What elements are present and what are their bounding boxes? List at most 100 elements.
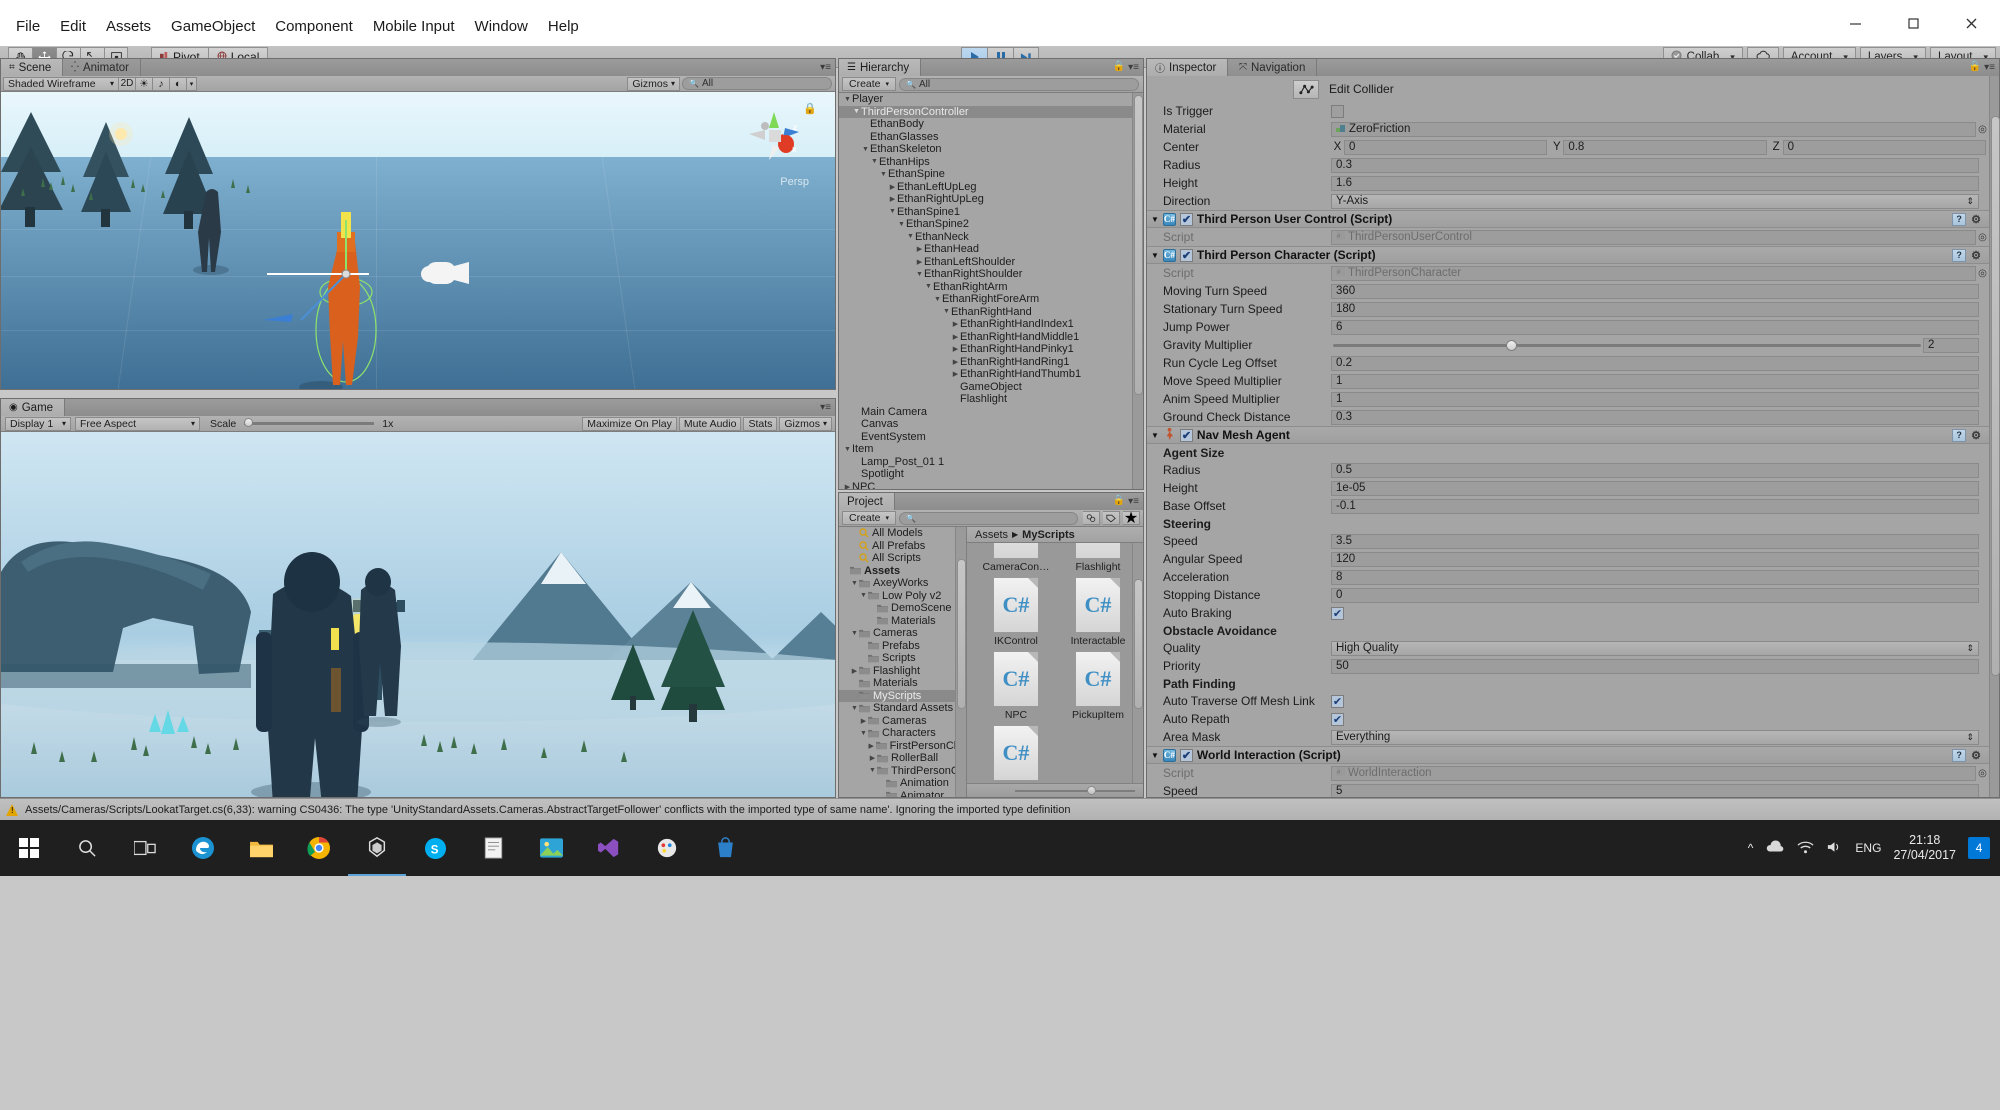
inspector-scroll-thumb[interactable] bbox=[1991, 116, 2000, 676]
field-input[interactable]: 5 bbox=[1331, 783, 1979, 797]
hierarchy-item[interactable]: ▼ EthanSpine1 bbox=[839, 206, 1132, 219]
hierarchy-item[interactable]: ▼ EthanRightShoulder bbox=[839, 268, 1132, 281]
hierarchy-item[interactable]: ▶ EthanRightUpLeg bbox=[839, 193, 1132, 206]
hierarchy-lock-icon[interactable]: 🔒 bbox=[1113, 61, 1125, 72]
project-tree-item[interactable]: Materials bbox=[839, 677, 966, 690]
unity-icon[interactable] bbox=[348, 820, 406, 876]
project-tree-item[interactable]: ▼ ThirdPersonCh bbox=[839, 765, 966, 778]
scene-panel-menu-icon[interactable]: ▾≡ bbox=[820, 62, 831, 73]
folder-icon[interactable] bbox=[232, 820, 290, 876]
collapse-arrow-icon[interactable]: ▼ bbox=[868, 767, 877, 774]
hierarchy-item[interactable]: ▼ EthanRightArm bbox=[839, 281, 1132, 294]
field-input[interactable]: -0.1 bbox=[1331, 498, 1979, 514]
inspector-scrollbar[interactable] bbox=[1989, 76, 2000, 797]
tab-scene[interactable]: ⌗ Scene bbox=[1, 59, 64, 76]
project-tree-item[interactable]: Scripts bbox=[839, 652, 966, 665]
expand-arrow-icon[interactable]: ▶ bbox=[888, 195, 897, 203]
store-icon[interactable] bbox=[696, 820, 754, 876]
hierarchy-panel-menu-icon[interactable]: ▾≡ bbox=[1128, 62, 1139, 73]
close-button[interactable] bbox=[1942, 0, 2000, 46]
field-input[interactable]: 1 bbox=[1331, 373, 1979, 389]
hierarchy-item[interactable]: ▶ EthanRightHandPinky1 bbox=[839, 343, 1132, 356]
tray-expand-icon[interactable]: ^ bbox=[1748, 841, 1754, 855]
hierarchy-item[interactable]: ▶ EthanRightHandThumb1 bbox=[839, 368, 1132, 381]
help-icon[interactable]: ? bbox=[1952, 212, 1967, 226]
network-icon[interactable] bbox=[1797, 840, 1814, 857]
hierarchy-item[interactable]: ▼ Player bbox=[839, 93, 1132, 106]
scene-fx-button[interactable]: ◐ bbox=[170, 76, 187, 91]
script-field[interactable]: # WorldInteraction bbox=[1331, 765, 1976, 781]
tab-inspector[interactable]: ⓘ Inspector bbox=[1147, 59, 1229, 76]
game-viewport[interactable] bbox=[1, 432, 835, 797]
expand-arrow-icon[interactable]: ▶ bbox=[859, 717, 868, 725]
collapse-arrow-icon[interactable]: ▼ bbox=[942, 308, 951, 315]
project-tree-item[interactable]: Animator bbox=[839, 790, 966, 797]
hierarchy-item[interactable]: EthanBody bbox=[839, 118, 1132, 131]
menu-edit[interactable]: Edit bbox=[50, 16, 96, 38]
project-tree-scrollbar[interactable] bbox=[955, 527, 966, 797]
asset-item[interactable]: C# CameraCon… bbox=[981, 543, 1051, 573]
hierarchy-item[interactable]: ▶ EthanRightHandIndex1 bbox=[839, 318, 1132, 331]
asset-item[interactable]: C# IKControl bbox=[981, 577, 1051, 647]
collapse-arrow-icon[interactable]: ▼ bbox=[915, 271, 924, 278]
scene-lighting-button[interactable]: ☀ bbox=[136, 76, 153, 91]
project-tree-item[interactable]: ▶ Flashlight bbox=[839, 665, 966, 678]
collapse-arrow-icon[interactable]: ▼ bbox=[870, 158, 879, 165]
expand-arrow-icon[interactable]: ▶ bbox=[843, 483, 852, 489]
project-tree-item[interactable]: DemoScene bbox=[839, 602, 966, 615]
collapse-arrow-icon[interactable]: ▼ bbox=[897, 221, 906, 228]
collapse-arrow-icon[interactable]: ▼ bbox=[879, 171, 888, 178]
project-tree-item[interactable]: ▼ Cameras bbox=[839, 627, 966, 640]
collapse-arrow-icon[interactable]: ▼ bbox=[843, 446, 852, 453]
field-input[interactable]: 0.3 bbox=[1331, 409, 1979, 425]
help-icon[interactable]: ? bbox=[1952, 748, 1967, 762]
material-field[interactable]: ZeroFriction bbox=[1331, 121, 1976, 137]
hierarchy-scroll-thumb[interactable] bbox=[1134, 95, 1143, 395]
asset-grid-scrollbar[interactable] bbox=[1132, 543, 1143, 783]
inspector-content[interactable]: Edit Collider Is Trigger Material ZeroFr… bbox=[1147, 76, 1989, 797]
hierarchy-item[interactable]: ▼ EthanSpine2 bbox=[839, 218, 1132, 231]
project-tree-item[interactable]: ▼ Low Poly v2 bbox=[839, 590, 966, 603]
notepad-icon[interactable] bbox=[464, 820, 522, 876]
hierarchy-scrollbar[interactable] bbox=[1132, 93, 1143, 489]
field-dropdown[interactable]: High Quality ⇕ bbox=[1331, 640, 1979, 656]
field-checkbox[interactable]: ✔ bbox=[1331, 606, 1344, 620]
mode-2d-button[interactable]: 2D bbox=[119, 76, 136, 91]
project-tree-item[interactable]: Assets bbox=[839, 565, 966, 578]
center-x-input[interactable]: 0 bbox=[1344, 139, 1548, 155]
minimize-button[interactable] bbox=[1826, 0, 1884, 46]
project-tree-item[interactable]: All Models bbox=[839, 527, 966, 540]
draw-mode-dropdown[interactable]: Shaded Wireframe ▾ bbox=[3, 76, 119, 91]
asset-item[interactable]: C# PickupItem bbox=[1063, 651, 1132, 721]
hierarchy-item[interactable]: ▼ EthanSkeleton bbox=[839, 143, 1132, 156]
scene-viewport[interactable]: z x Persp 🔒 bbox=[1, 92, 835, 389]
material-picker-icon[interactable]: ◎ bbox=[1976, 124, 1989, 135]
expand-arrow-icon[interactable]: ▶ bbox=[951, 358, 960, 366]
project-tree-item[interactable]: MyScripts bbox=[839, 689, 966, 702]
hierarchy-item[interactable]: EthanGlasses bbox=[839, 131, 1132, 144]
radius-input[interactable]: 0.3 bbox=[1331, 157, 1979, 173]
collapse-arrow-icon[interactable]: ▼ bbox=[906, 233, 915, 240]
edge-icon[interactable] bbox=[174, 820, 232, 876]
gizmos-dropdown[interactable]: Gizmos ▾ bbox=[627, 76, 680, 91]
edit-collider-button[interactable] bbox=[1293, 79, 1319, 99]
expand-arrow-icon[interactable]: ▶ bbox=[951, 370, 960, 378]
inspector-lock-icon[interactable]: 🔒 bbox=[1969, 61, 1981, 72]
maximize-button[interactable] bbox=[1884, 0, 1942, 46]
asset-grid[interactable]: C# CameraCon… C# Flashlight C# IKControl C# Int… bbox=[967, 543, 1132, 783]
is-trigger-checkbox[interactable] bbox=[1331, 104, 1344, 118]
help-icon[interactable]: ? bbox=[1952, 248, 1967, 262]
aspect-dropdown[interactable]: Free Aspect ▾ bbox=[75, 416, 200, 431]
skype-icon[interactable]: S bbox=[406, 820, 464, 876]
project-tree-item[interactable]: ▶ RollerBall bbox=[839, 752, 966, 765]
clock[interactable]: 21:18 27/04/2017 bbox=[1893, 833, 1956, 863]
project-tree-item[interactable]: ▼ Standard Assets bbox=[839, 702, 966, 715]
hierarchy-item[interactable]: ▼ EthanHips bbox=[839, 156, 1132, 169]
tab-animator[interactable]: ⁛ Animator bbox=[63, 59, 142, 76]
collapse-arrow-icon[interactable]: ▼ bbox=[850, 630, 859, 637]
world-interaction-header[interactable]: ▼ C# ✔ World Interaction (Script) ? ⚙ bbox=[1147, 746, 1989, 764]
hierarchy-item[interactable]: ▶ EthanHead bbox=[839, 243, 1132, 256]
filter-by-label-button[interactable] bbox=[1103, 511, 1120, 525]
hierarchy-item[interactable]: ▶ EthanLeftShoulder bbox=[839, 256, 1132, 269]
persp-label[interactable]: Persp bbox=[780, 176, 809, 188]
